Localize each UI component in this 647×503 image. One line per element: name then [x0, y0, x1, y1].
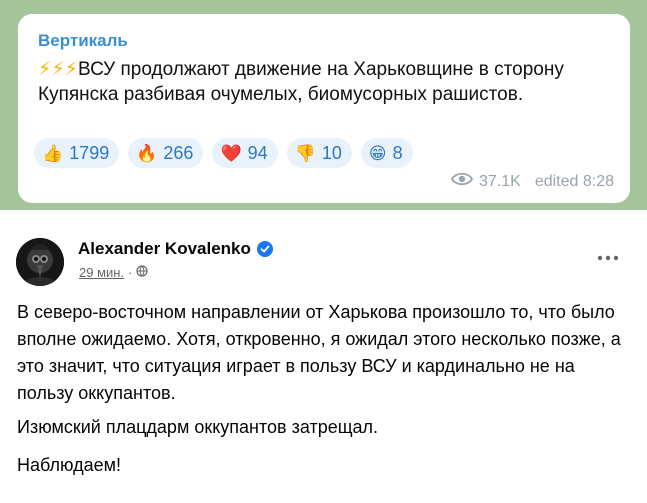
message-meta: 37.1K edited 8:28: [450, 172, 614, 191]
verified-badge-icon: [256, 241, 273, 257]
view-count: 37.1K: [479, 172, 521, 190]
reaction-count: 94: [247, 142, 268, 163]
thumbs-down-icon: 👎: [294, 143, 316, 163]
post-time[interactable]: 29 мин.: [79, 265, 124, 280]
reaction-count: 1799: [69, 142, 110, 163]
reaction-grin[interactable]: 😁 8: [360, 138, 413, 168]
more-options-icon[interactable]: [594, 248, 622, 268]
fire-icon: 🔥: [136, 143, 158, 163]
message-body: ВСУ продолжают движение на Харьковщине в…: [38, 59, 564, 105]
post-meta: 29 мин. ·: [79, 265, 149, 280]
reaction-heart[interactable]: ❤️ 94: [212, 138, 278, 168]
edited-time: edited 8:28: [534, 172, 614, 190]
eye-icon: [450, 172, 474, 191]
reaction-thumbs-up[interactable]: 👍 1799: [34, 138, 120, 168]
grin-icon: 😁: [368, 143, 387, 163]
reactions-bar: 👍 1799 🔥 266 ❤️ 94 👎 10 😁 8: [34, 138, 413, 168]
author-name-text[interactable]: Alexander Kovalenko: [78, 239, 251, 259]
post-paragraph: Изюмский плацдарм оккупантов затрещал.: [17, 417, 379, 437]
thumbs-up-icon: 👍: [42, 143, 64, 163]
lightning-icon: ⚡⚡⚡: [38, 59, 79, 80]
reaction-fire[interactable]: 🔥 266: [128, 138, 204, 168]
reaction-count: 8: [392, 142, 403, 163]
meta-separator: ·: [128, 265, 133, 280]
heart-icon: ❤️: [220, 143, 242, 163]
avatar[interactable]: [16, 238, 64, 286]
author-name[interactable]: Alexander Kovalenko: [78, 239, 273, 259]
reaction-count: 10: [321, 142, 342, 163]
post-paragraph: Наблюдаем!: [17, 455, 122, 475]
channel-name[interactable]: Вертикаль: [38, 31, 128, 51]
telegram-message-bubble: Вертикаль ⚡⚡⚡ВСУ продолжают движение на …: [18, 14, 630, 203]
post-paragraph: В северо-восточном направлении от Харько…: [17, 302, 621, 403]
reaction-count: 266: [163, 142, 194, 163]
reaction-thumbs-down[interactable]: 👎 10: [286, 138, 352, 168]
message-text: ⚡⚡⚡ВСУ продолжают движение на Харьковщин…: [38, 57, 613, 107]
globe-icon: [136, 265, 149, 280]
